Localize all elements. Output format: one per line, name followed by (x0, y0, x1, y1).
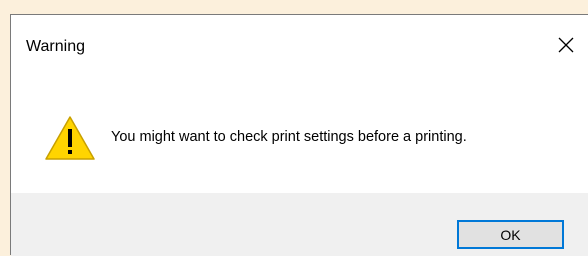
dialog-footer: OK (11, 193, 588, 256)
dialog-title: Warning (26, 38, 85, 55)
close-button[interactable] (544, 15, 588, 75)
dialog-content: You might want to check print settings b… (11, 75, 588, 193)
close-icon (558, 37, 574, 53)
background-app-area (0, 0, 588, 14)
warning-dialog: Warning You might want to check print se… (10, 14, 588, 256)
warning-icon (45, 116, 95, 160)
title-bar: Warning (11, 15, 588, 75)
warning-message: You might want to check print settings b… (111, 129, 467, 145)
ok-button[interactable]: OK (457, 220, 564, 249)
